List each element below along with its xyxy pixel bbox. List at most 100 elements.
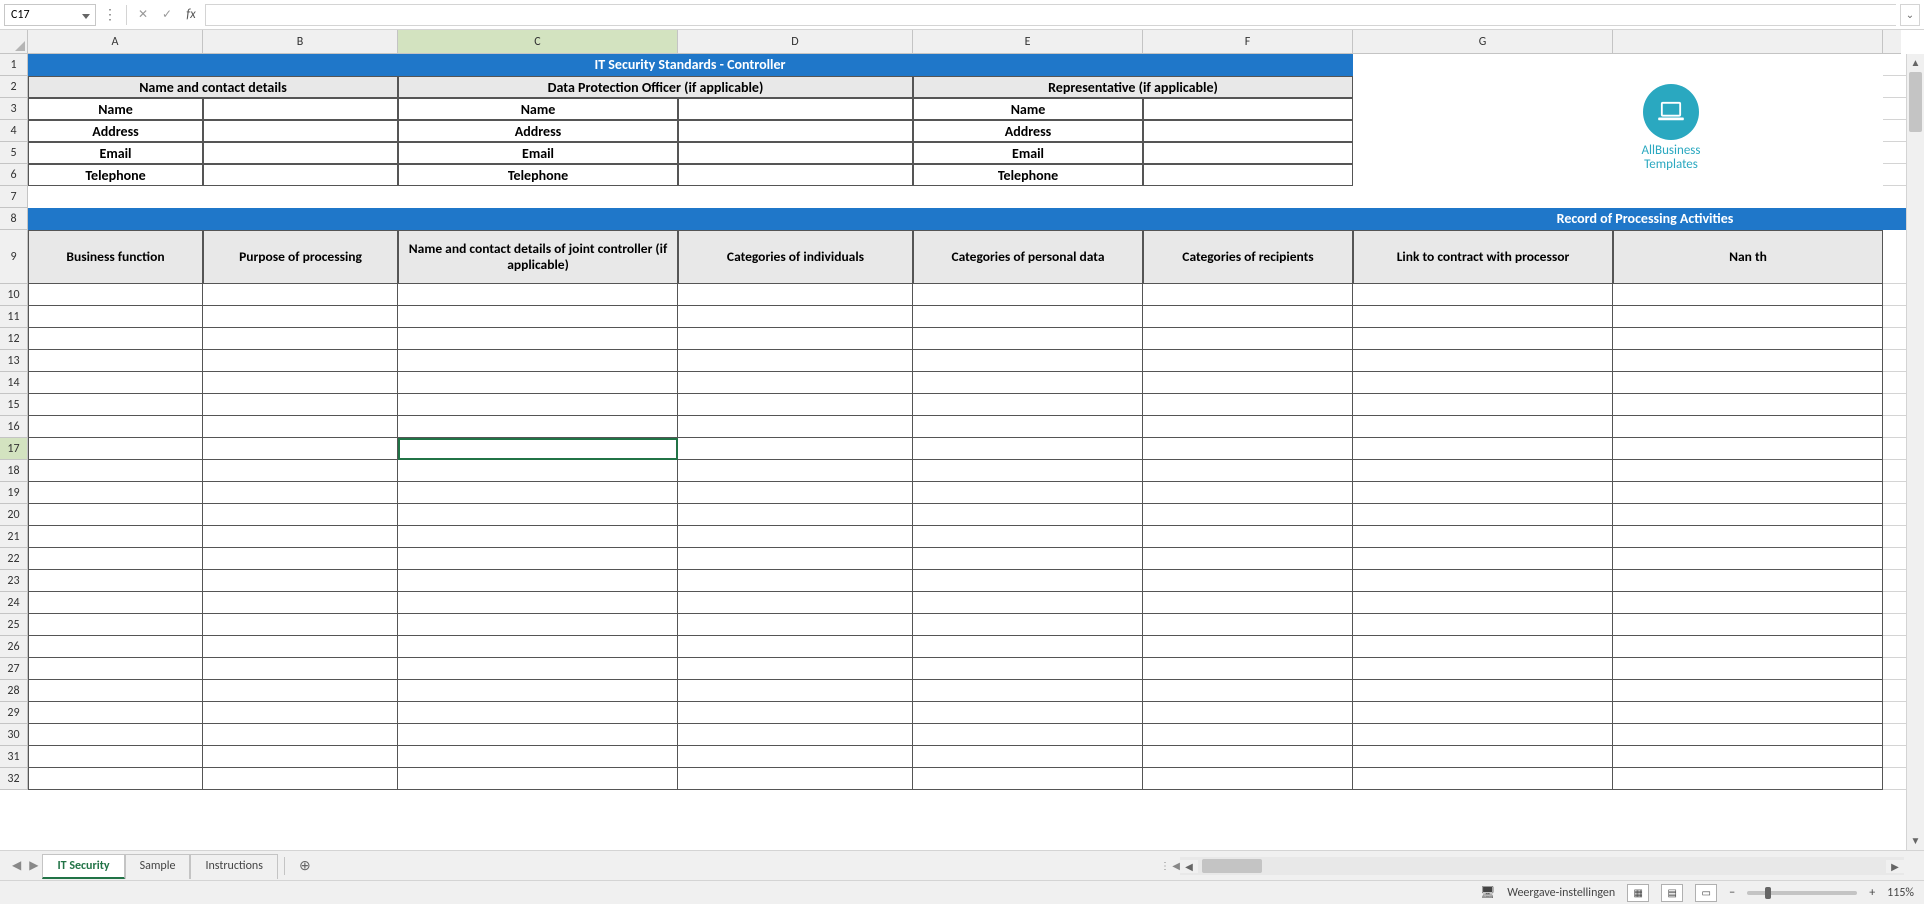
cell[interactable] — [678, 680, 913, 702]
cell[interactable] — [28, 746, 203, 768]
row-header[interactable]: 32 — [0, 768, 27, 790]
cell[interactable] — [398, 768, 678, 790]
cell[interactable] — [1353, 658, 1613, 680]
row-header[interactable]: 5 — [0, 142, 27, 164]
cell[interactable] — [913, 284, 1143, 306]
row-header[interactable]: 22 — [0, 548, 27, 570]
row-header[interactable]: 19 — [0, 482, 27, 504]
cell[interactable] — [1613, 636, 1883, 658]
hscroll-split-icon[interactable]: ⋮ ◀ — [1160, 859, 1180, 872]
cell[interactable] — [1143, 702, 1353, 724]
scroll-up-icon[interactable]: ▲ — [1907, 54, 1924, 72]
select-all-corner[interactable] — [0, 30, 28, 54]
cell[interactable] — [28, 306, 203, 328]
cell[interactable] — [398, 702, 678, 724]
cell[interactable] — [1613, 658, 1883, 680]
formula-input[interactable] — [205, 4, 1896, 26]
cell[interactable] — [678, 592, 913, 614]
cell[interactable] — [28, 570, 203, 592]
cell[interactable] — [678, 416, 913, 438]
cell[interactable] — [1353, 164, 1613, 186]
cell[interactable] — [28, 350, 203, 372]
cell[interactable] — [1613, 306, 1883, 328]
cell[interactable] — [678, 98, 913, 120]
cell[interactable] — [203, 614, 398, 636]
page-break-icon[interactable]: ▭ — [1695, 884, 1717, 902]
row-header[interactable]: 14 — [0, 372, 27, 394]
row-header[interactable]: 2 — [0, 76, 27, 98]
cell[interactable] — [1143, 372, 1353, 394]
page-layout-icon[interactable]: ▤ — [1661, 884, 1683, 902]
cell[interactable]: Name and contact details of joint contro… — [398, 230, 678, 284]
cell[interactable] — [203, 548, 398, 570]
cell[interactable] — [203, 120, 398, 142]
cell[interactable] — [913, 702, 1143, 724]
cell[interactable] — [1883, 230, 1906, 284]
cell[interactable] — [678, 142, 913, 164]
cell[interactable] — [28, 636, 203, 658]
cell[interactable] — [913, 416, 1143, 438]
cell[interactable] — [28, 702, 203, 724]
cell[interactable] — [203, 526, 398, 548]
cell[interactable] — [913, 372, 1143, 394]
cell[interactable] — [1143, 142, 1353, 164]
cell[interactable]: Address — [28, 120, 203, 142]
cell[interactable] — [203, 186, 398, 208]
col-header[interactable]: G — [1353, 30, 1613, 53]
cell[interactable] — [1883, 658, 1906, 680]
cell[interactable]: Telephone — [28, 164, 203, 186]
cell[interactable] — [203, 438, 398, 460]
formula-expand-icon[interactable]: ⌄ — [1900, 4, 1920, 26]
cell[interactable] — [1353, 416, 1613, 438]
cell[interactable] — [1883, 284, 1906, 306]
cell[interactable] — [1353, 394, 1613, 416]
cell[interactable] — [1353, 76, 1613, 98]
cell[interactable]: Email — [398, 142, 678, 164]
row-header[interactable]: 16 — [0, 416, 27, 438]
cell[interactable]: Name — [913, 98, 1143, 120]
scroll-thumb[interactable] — [1909, 72, 1922, 132]
cell[interactable] — [1883, 372, 1906, 394]
cell[interactable] — [1353, 746, 1613, 768]
cell[interactable] — [1613, 350, 1883, 372]
cell[interactable] — [678, 460, 913, 482]
cell[interactable] — [203, 636, 398, 658]
cell[interactable] — [678, 548, 913, 570]
cell[interactable] — [1883, 680, 1906, 702]
cell[interactable] — [28, 526, 203, 548]
tab-last-icon[interactable]: ▶ — [25, 858, 42, 873]
cell[interactable] — [398, 724, 678, 746]
cell[interactable] — [678, 186, 913, 208]
sheet-grid[interactable]: IT Security Standards - ControllerName a… — [28, 54, 1906, 850]
fx-icon[interactable]: fx — [181, 5, 201, 25]
cell[interactable] — [913, 186, 1143, 208]
cell[interactable] — [678, 306, 913, 328]
cell[interactable] — [1353, 702, 1613, 724]
cell[interactable] — [678, 120, 913, 142]
col-header[interactable]: E — [913, 30, 1143, 53]
cell[interactable] — [203, 164, 398, 186]
cell[interactable] — [28, 284, 203, 306]
cell[interactable] — [28, 614, 203, 636]
cell[interactable] — [398, 592, 678, 614]
cell[interactable] — [913, 768, 1143, 790]
cell[interactable]: Address — [398, 120, 678, 142]
cell[interactable] — [1613, 416, 1883, 438]
cell[interactable] — [203, 658, 398, 680]
cell[interactable] — [1143, 548, 1353, 570]
cell[interactable] — [678, 636, 913, 658]
cell[interactable] — [1143, 658, 1353, 680]
cell[interactable] — [913, 724, 1143, 746]
cell[interactable] — [28, 394, 203, 416]
cell[interactable] — [1883, 614, 1906, 636]
cell[interactable] — [1883, 768, 1906, 790]
cell[interactable] — [203, 98, 398, 120]
cell[interactable] — [28, 658, 203, 680]
cell[interactable] — [1353, 768, 1613, 790]
cell[interactable] — [1353, 636, 1613, 658]
cell[interactable] — [678, 372, 913, 394]
cell[interactable] — [398, 328, 678, 350]
cell[interactable] — [678, 526, 913, 548]
cell[interactable] — [1353, 54, 1613, 76]
cell[interactable] — [1353, 460, 1613, 482]
